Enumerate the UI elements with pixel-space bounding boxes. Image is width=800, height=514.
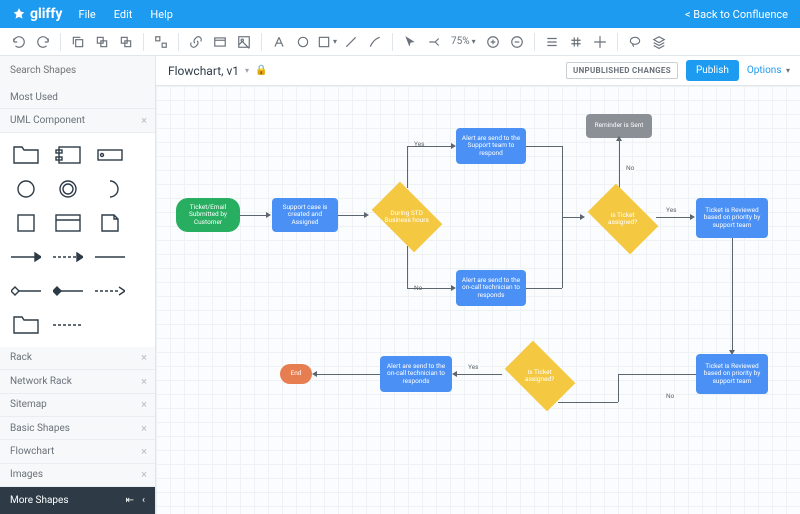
menu-help[interactable]: Help <box>150 8 173 21</box>
shape-box[interactable] <box>52 211 84 235</box>
cat-images[interactable]: Images× <box>0 464 155 487</box>
close-icon[interactable]: × <box>141 468 147 481</box>
cat-network-rack[interactable]: Network Rack× <box>0 370 155 393</box>
label-yes: Yes <box>664 206 679 214</box>
cat-sitemap[interactable]: Sitemap× <box>0 394 155 417</box>
node-alert-oncall[interactable]: Alert are send to the on-call technician… <box>456 270 526 306</box>
close-icon[interactable]: × <box>141 398 147 411</box>
snap-button[interactable] <box>589 31 611 53</box>
publish-button[interactable]: Publish <box>686 60 739 81</box>
line-tool[interactable] <box>340 31 362 53</box>
cat-uml-component[interactable]: UML Component× <box>0 109 155 132</box>
close-icon[interactable]: × <box>141 114 147 127</box>
app-logo: gliffy <box>12 6 62 22</box>
unpublished-badge: UNPUBLISHED CHANGES <box>566 62 678 79</box>
node-review-priority-1[interactable]: Ticket is Reviewed based on priority by … <box>696 198 768 238</box>
node-start[interactable]: Ticket/Email Submitted by Customer <box>176 198 240 232</box>
close-icon[interactable]: × <box>141 351 147 364</box>
front-button[interactable] <box>91 31 113 53</box>
toolbar: ▾ 75%▾ <box>0 28 800 56</box>
canvas[interactable]: Ticket/Email Submitted by Customer Suppo… <box>156 86 800 514</box>
image-button[interactable] <box>233 31 255 53</box>
shape-halfcircle[interactable] <box>94 177 126 201</box>
popup-button[interactable] <box>209 31 231 53</box>
close-icon[interactable]: × <box>141 375 147 388</box>
align-button[interactable] <box>541 31 563 53</box>
shape-double-dash-arrow[interactable] <box>94 279 126 303</box>
draw-tool[interactable] <box>364 31 386 53</box>
title-dropdown-icon: ▾ <box>245 66 249 75</box>
node-reminder[interactable]: Reminder is Sent <box>586 114 652 138</box>
grid-button[interactable] <box>565 31 587 53</box>
collapse-icon: ⇤ <box>126 495 134 506</box>
shape-arrow-dashed[interactable] <box>52 245 84 269</box>
row2: Flowchart, v1 ▾ 🔒 UNPUBLISHED CHANGES Pu… <box>0 56 800 86</box>
redo-button[interactable] <box>32 31 54 53</box>
node-ticket-assigned-2[interactable]: is Ticket assigned? <box>505 341 576 412</box>
node-create-case[interactable]: Support case is created and Assigned <box>272 198 338 232</box>
node-business-hours[interactable]: During STD Business hours <box>372 182 443 253</box>
layers-button[interactable] <box>648 31 670 53</box>
shape-folder2[interactable] <box>10 313 42 337</box>
group-button[interactable] <box>150 31 172 53</box>
text-tool[interactable] <box>268 31 290 53</box>
connector-tool[interactable] <box>423 31 445 53</box>
close-icon[interactable]: × <box>141 445 147 458</box>
lock-icon: 🔒 <box>255 65 267 76</box>
chevron-left-icon: ‹ <box>142 495 145 506</box>
document-title[interactable]: Flowchart, v1 ▾ 🔒 <box>156 64 279 78</box>
shape-folder[interactable] <box>10 143 42 167</box>
topbar: gliffy File Edit Help < Back to Confluen… <box>0 0 800 28</box>
shape-sidebar: Most Used UML Component× Rack× Network R… <box>0 86 156 514</box>
node-review-priority-2[interactable]: Ticket is Reviewed based on priority by … <box>696 354 768 394</box>
copy-button[interactable] <box>67 31 89 53</box>
shape-note[interactable] <box>94 211 126 235</box>
link-button[interactable] <box>185 31 207 53</box>
label-no: No <box>664 392 676 400</box>
search-shapes-input[interactable] <box>0 56 156 86</box>
zoom-level[interactable]: 75%▾ <box>447 36 480 47</box>
shape-palette <box>0 133 155 347</box>
shape-dashline[interactable] <box>52 313 84 337</box>
node-alert-oncall-2[interactable]: Alert are send to the on-call technician… <box>380 356 452 392</box>
zoom-out[interactable] <box>506 31 528 53</box>
close-icon[interactable]: × <box>141 422 147 435</box>
back-to-confluence-link[interactable]: < Back to Confluence <box>685 8 788 21</box>
menu-bar: File Edit Help <box>78 8 172 21</box>
zoom-in[interactable] <box>482 31 504 53</box>
circle-tool[interactable] <box>292 31 314 53</box>
shape-diamond-end[interactable] <box>10 279 42 303</box>
shape-arrow-solid[interactable] <box>10 245 42 269</box>
node-end[interactable]: End <box>280 364 312 384</box>
shape-tag[interactable] <box>94 143 126 167</box>
shape-ring[interactable] <box>52 177 84 201</box>
shape-circle[interactable] <box>10 177 42 201</box>
shape-diamond-fill-end[interactable] <box>52 279 84 303</box>
node-alert-support[interactable]: Alert are send to the Support team to re… <box>456 128 526 164</box>
shape-line[interactable] <box>94 245 126 269</box>
lasso-button[interactable] <box>624 31 646 53</box>
cat-flowchart[interactable]: Flowchart× <box>0 440 155 463</box>
square-tool[interactable]: ▾ <box>316 31 338 53</box>
more-shapes-button[interactable]: More Shapes ⇤ ‹ <box>0 487 155 514</box>
label-no: No <box>624 164 636 172</box>
menu-edit[interactable]: Edit <box>114 8 133 21</box>
options-dropdown[interactable]: Options ▾ <box>747 65 790 76</box>
undo-button[interactable] <box>8 31 30 53</box>
label-yes: Yes <box>466 363 481 371</box>
cat-most-used[interactable]: Most Used <box>0 86 155 109</box>
pointer-tool[interactable] <box>399 31 421 53</box>
menu-file[interactable]: File <box>78 8 95 21</box>
status-bar: UNPUBLISHED CHANGES Publish Options ▾ <box>556 60 800 81</box>
back-button[interactable] <box>115 31 137 53</box>
shape-component[interactable] <box>52 143 84 167</box>
cat-rack[interactable]: Rack× <box>0 347 155 370</box>
cat-basic-shapes[interactable]: Basic Shapes× <box>0 417 155 440</box>
node-ticket-assigned-1[interactable]: is Ticket assigned? <box>588 184 659 255</box>
shape-square[interactable] <box>10 211 42 235</box>
